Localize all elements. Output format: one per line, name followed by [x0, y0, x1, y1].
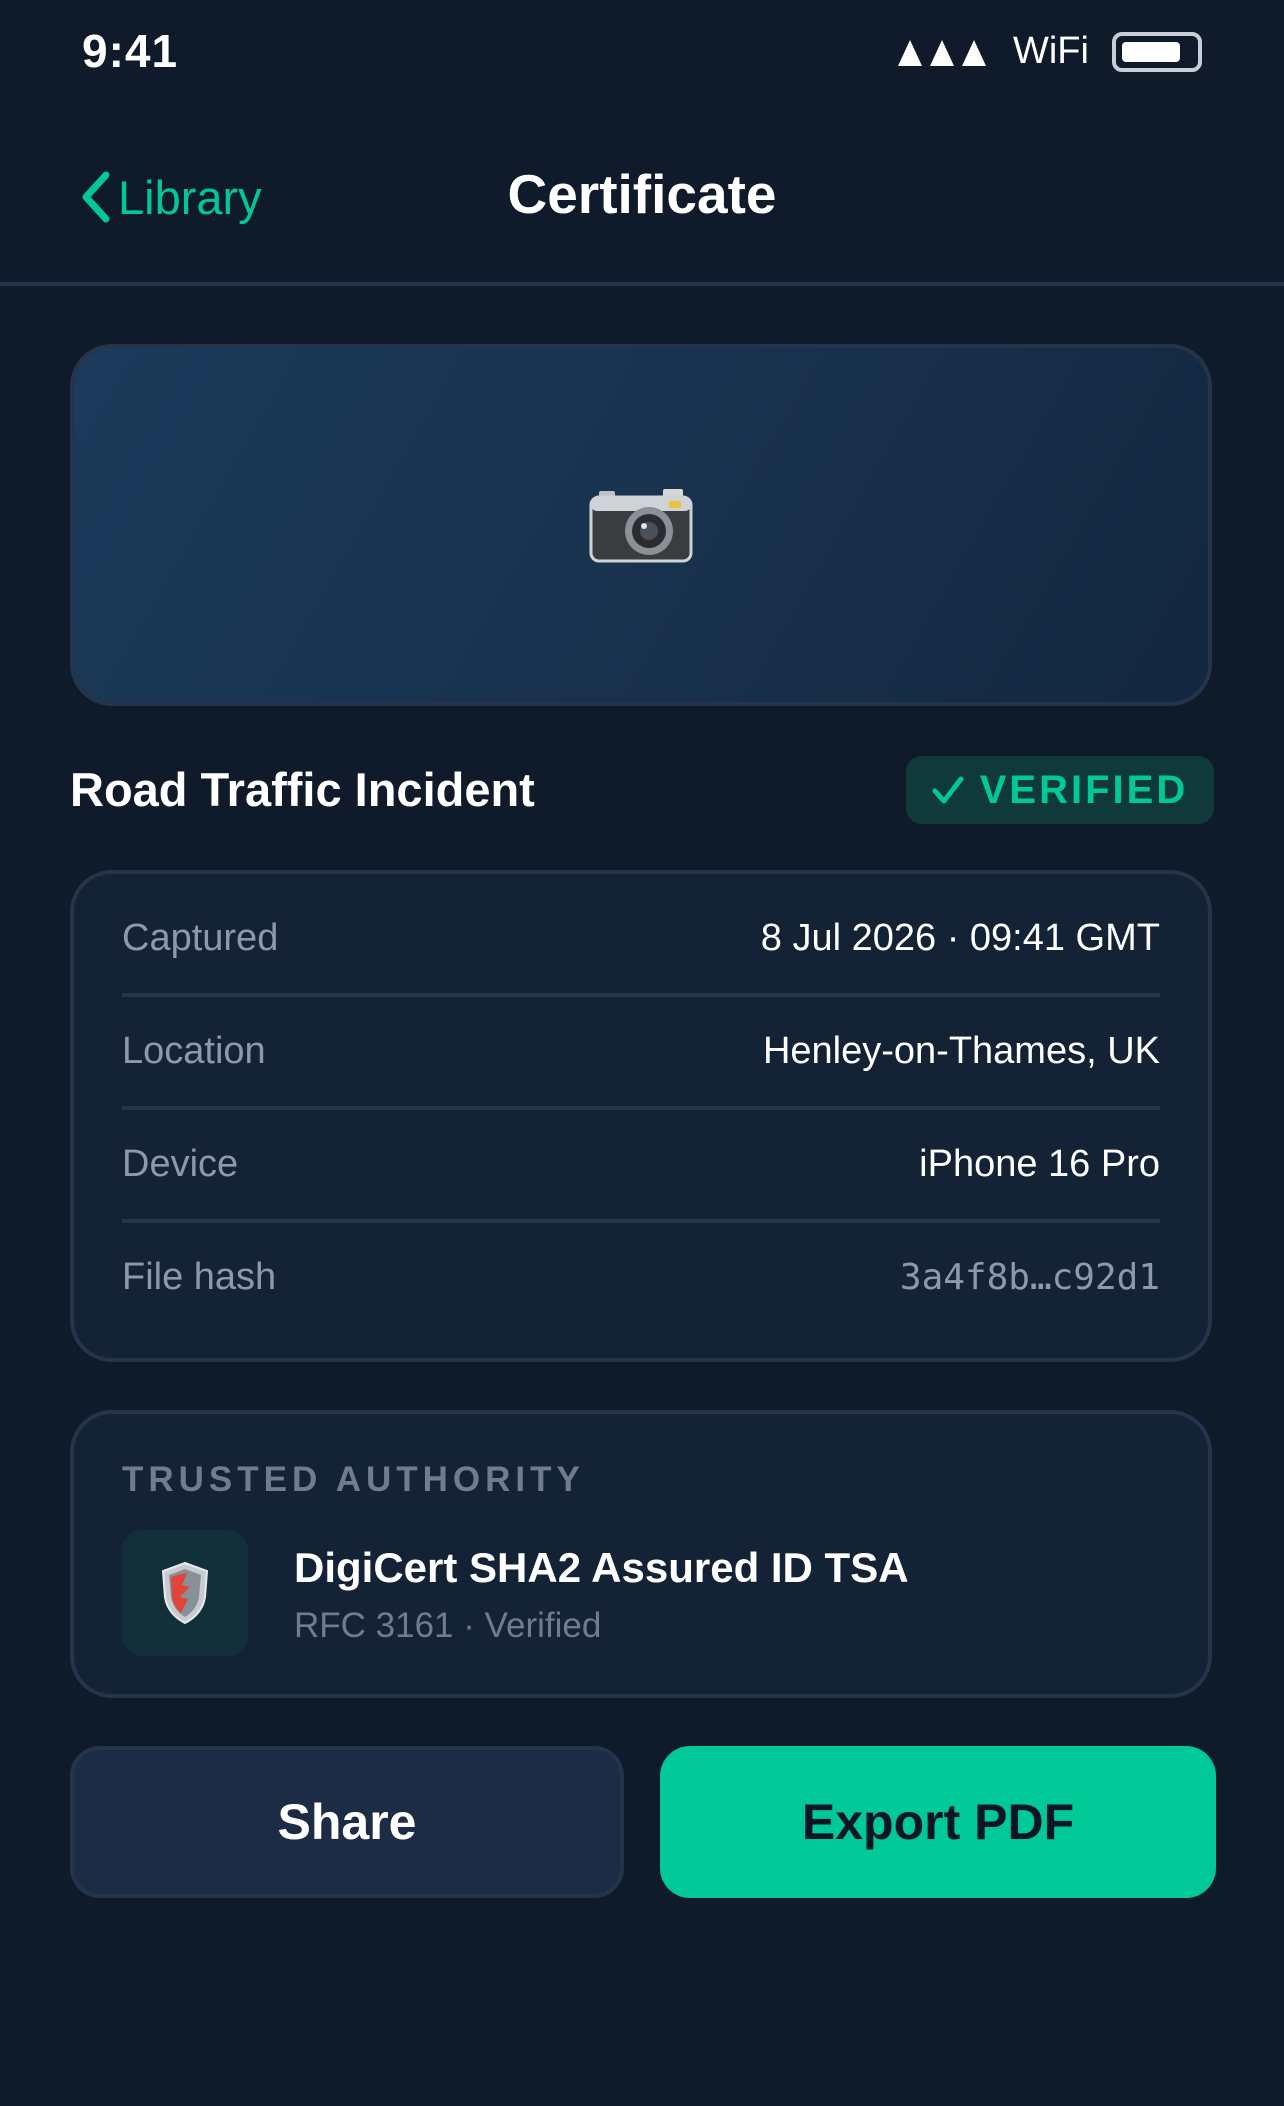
- detail-label: Captured: [122, 917, 279, 959]
- detail-row-captured: Captured 8 Jul 2026 · 09:41 GMT: [122, 884, 1160, 997]
- authority-icon-box: [122, 1530, 248, 1656]
- authority-name: DigiCert SHA2 Assured ID TSA: [294, 1544, 909, 1591]
- photo-preview[interactable]: [70, 344, 1212, 706]
- status-bar: 9:41 WiFi: [0, 0, 1284, 100]
- battery-icon: [1112, 32, 1202, 72]
- authority-subtitle: RFC 3161 · Verified: [294, 1606, 602, 1645]
- details-card: Captured 8 Jul 2026 · 09:41 GMT Location…: [70, 870, 1212, 1362]
- file-hash-value[interactable]: 3a4f8b…c92d1: [900, 1257, 1160, 1298]
- signal-bars-icon: [898, 40, 986, 66]
- authority-heading: TRUSTED AUTHORITY: [122, 1460, 585, 1499]
- detail-row-device: Device iPhone 16 Pro: [122, 1110, 1160, 1223]
- verified-label: VERIFIED: [979, 767, 1189, 812]
- detail-label: File hash: [122, 1256, 277, 1298]
- nav-bar: Library Certificate: [0, 100, 1284, 286]
- battery-level: [1122, 42, 1180, 62]
- authority-card[interactable]: TRUSTED AUTHORITY DigiCert SHA2 Assured …: [70, 1410, 1212, 1698]
- share-button[interactable]: Share: [70, 1746, 624, 1898]
- wifi-label: WiFi: [1013, 30, 1089, 72]
- export-pdf-button[interactable]: Export PDF: [660, 1746, 1216, 1898]
- detail-value: 8 Jul 2026 · 09:41 GMT: [760, 917, 1160, 959]
- detail-value: Henley-on-Thames, UK: [762, 1030, 1160, 1072]
- detail-row-file-hash: File hash 3a4f8b…c92d1: [122, 1223, 1160, 1332]
- shield-icon: [161, 1561, 209, 1625]
- incident-title: Road Traffic Incident: [70, 763, 535, 816]
- status-time: 9:41: [82, 25, 179, 77]
- detail-row-location: Location Henley-on-Thames, UK: [122, 997, 1160, 1110]
- check-icon: [932, 776, 964, 804]
- detail-label: Device: [122, 1143, 239, 1185]
- detail-value: iPhone 16 Pro: [919, 1143, 1160, 1185]
- verified-badge: VERIFIED: [906, 756, 1214, 824]
- page-title: Certificate: [507, 163, 777, 225]
- detail-label: Location: [122, 1030, 266, 1072]
- camera-icon: [589, 489, 693, 563]
